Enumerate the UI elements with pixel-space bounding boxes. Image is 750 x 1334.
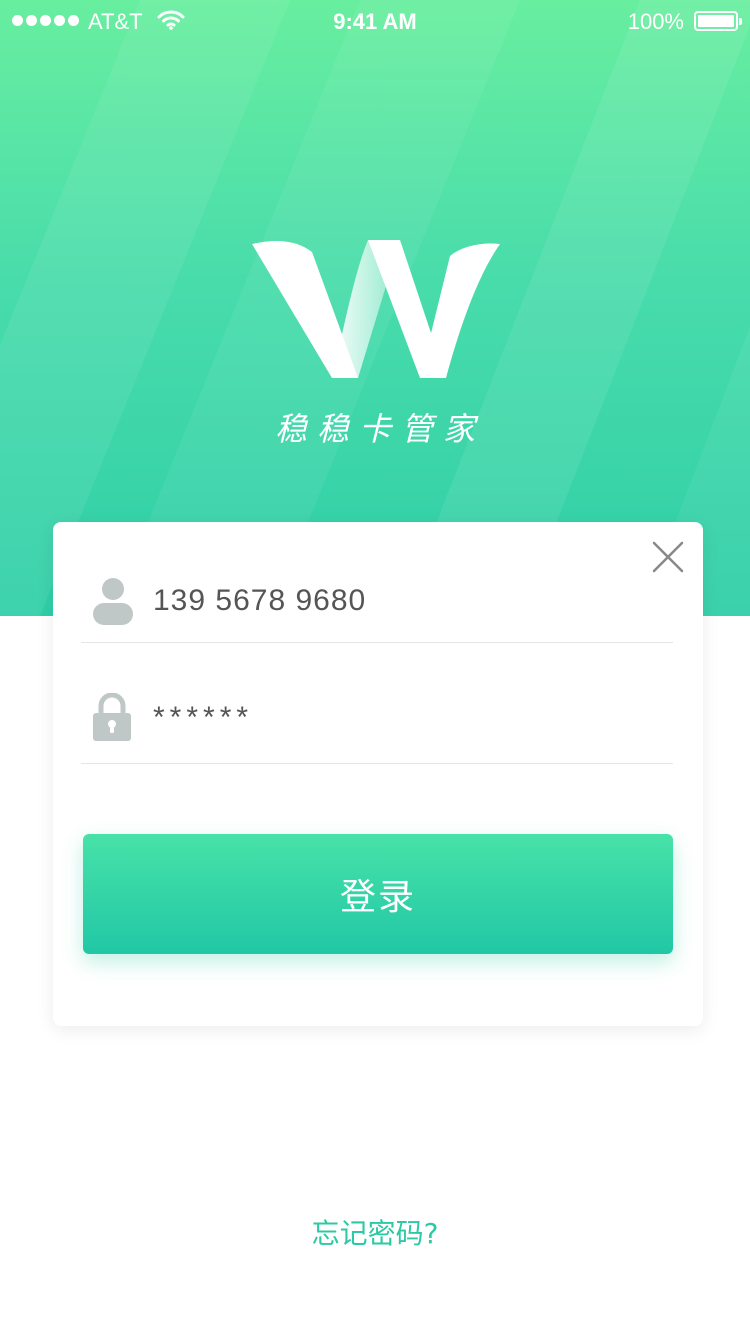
status-bar: AT&T 9:41 AM 100% <box>0 0 750 40</box>
lock-icon <box>93 693 131 741</box>
password-input[interactable]: ****** <box>153 701 253 735</box>
username-input[interactable]: 139 5678 9680 <box>153 584 366 618</box>
battery-icon <box>694 11 742 31</box>
user-icon <box>93 578 133 625</box>
forgot-password-link[interactable]: 忘记密码? <box>0 1212 750 1252</box>
username-field[interactable]: 139 5678 9680 <box>81 522 673 643</box>
w-logo-icon <box>252 240 500 378</box>
login-card: 139 5678 9680 ****** 登录 <box>53 522 703 1026</box>
battery-percentage: 100% <box>627 9 684 34</box>
brand-name: 稳稳卡管家 <box>274 410 485 448</box>
login-button[interactable]: 登录 <box>83 834 673 954</box>
password-field[interactable]: ****** <box>81 643 673 764</box>
